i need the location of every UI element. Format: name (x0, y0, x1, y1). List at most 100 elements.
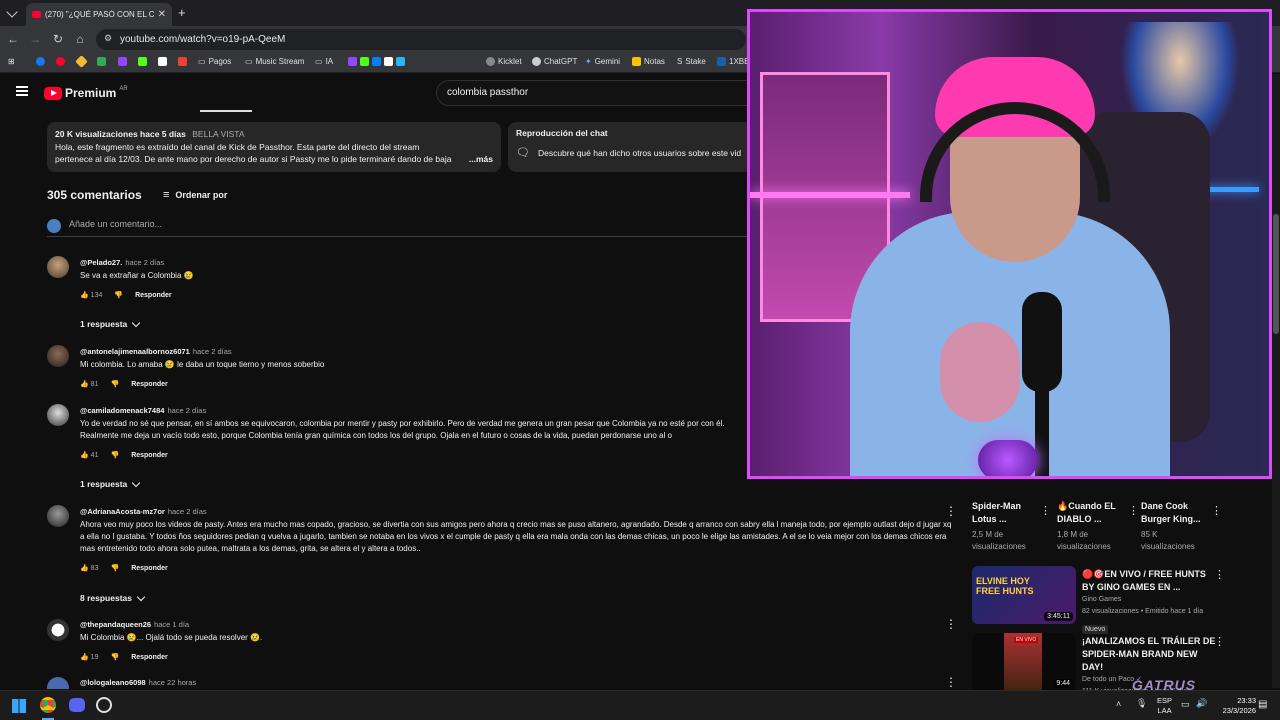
avatar[interactable] (47, 505, 69, 527)
folder-icon: ▭ (198, 57, 206, 66)
comment-author[interactable]: @camiladomenack7484 hace 2 días (80, 406, 206, 415)
bookmark-kick[interactable] (138, 57, 147, 66)
bookmark-kicklet[interactable]: Kicklet (486, 57, 522, 66)
home-icon[interactable]: ⌂ (73, 32, 87, 46)
search-input[interactable]: colombia passthor (436, 80, 756, 106)
bookmark-twitch[interactable] (118, 57, 127, 66)
sort-button[interactable]: ≡ Ordenar por (163, 189, 227, 201)
comment-author[interactable]: @AdrianaAcosta-mz7or hace 2 días (80, 507, 207, 516)
video-description[interactable]: 20 K visualizaciones hace 5 días BELLA V… (47, 122, 501, 172)
reply-button[interactable]: Responder (135, 292, 172, 299)
browser-tab[interactable]: (270) "¿QUÉ PASÓ CON EL COL ✕ (26, 3, 172, 26)
like-button[interactable]: 👍 81 (80, 380, 98, 388)
like-button[interactable]: 👍 19 (80, 653, 98, 661)
bookmark-notas[interactable]: Notas (632, 57, 665, 66)
bookmark-folder-pagos[interactable]: ▭ Pagos (198, 57, 231, 66)
recommended-video[interactable]: ELVINE HOY FREE HUNTS 3:45:11 🔴🎯EN VIVO … (972, 566, 1228, 634)
more-options-icon[interactable]: ⋮ (1214, 636, 1225, 648)
shorts-item[interactable]: Spider-Man Lotus ... 2,5 M de visualizac… (972, 500, 1052, 553)
avatar[interactable] (47, 677, 69, 689)
more-options-icon[interactable]: ⋮ (1211, 505, 1222, 517)
avatar[interactable] (47, 256, 69, 278)
back-icon[interactable]: ← (6, 32, 20, 46)
more-options-icon[interactable]: ⋮ (945, 618, 957, 630)
reply-button[interactable]: Responder (131, 654, 168, 661)
more-options-icon[interactable]: ⋮ (945, 505, 957, 517)
windows-start-icon[interactable] (12, 699, 26, 713)
dislike-icon[interactable]: 👎 (110, 564, 119, 572)
bookmark-gemini[interactable]: ✦ Gemini (585, 57, 620, 66)
avatar[interactable] (47, 619, 69, 641)
dislike-icon[interactable]: 👎 (114, 291, 123, 299)
avatar[interactable] (47, 345, 69, 367)
url-bar[interactable]: ⚙ youtube.com/watch?v=o19-pA-QeeM (96, 29, 746, 50)
notifications-icon[interactable]: ▤ (1258, 699, 1267, 710)
comment-author[interactable]: @Pelado27. hace 2 días (80, 258, 164, 267)
chat-replay-panel[interactable]: Reproducción del chat 🗨 Descubre qué han… (508, 122, 758, 172)
show-more-link[interactable]: ...más (469, 153, 493, 166)
menu-icon[interactable] (16, 86, 28, 96)
bookmark-drive[interactable] (97, 57, 106, 66)
bookmark-folder-music[interactable]: ▭ Music Stream (245, 57, 304, 66)
replies-toggle[interactable]: 8 respuestas (80, 592, 146, 603)
comment-author[interactable]: @thepandaqueen26 hace 1 día (80, 620, 189, 629)
microphone-icon[interactable]: 🎙 (1136, 698, 1147, 709)
shorts-item[interactable]: 🔥Cuando EL DIABLO ... 1,8 M de visualiza… (1057, 500, 1139, 553)
bookmark-chatgpt[interactable]: ChatGPT (532, 57, 577, 66)
dislike-icon[interactable]: 👎 (110, 380, 119, 388)
comment-author[interactable]: @lologaleano6098 hace 22 horas (80, 678, 196, 687)
app-taskbar-icon[interactable] (96, 697, 112, 713)
bookmark-facebook[interactable] (36, 57, 45, 66)
like-button[interactable]: 👍 41 (80, 451, 98, 459)
chrome-taskbar-icon[interactable] (40, 697, 56, 713)
reload-icon[interactable]: ↻ (51, 32, 65, 46)
bookmark-folder-ia[interactable]: ▭ IA (315, 57, 333, 66)
apps-icon[interactable]: ⊞ (8, 57, 15, 66)
language-indicator[interactable]: ESP LAA (1157, 696, 1172, 716)
bookmark-youtube[interactable] (56, 57, 65, 66)
scrollbar[interactable] (1272, 74, 1280, 688)
network-icon[interactable]: ▭ (1181, 699, 1190, 710)
more-options-icon[interactable]: ⋮ (945, 677, 957, 688)
video-thumbnail[interactable]: ELVINE HOY FREE HUNTS 3:45:11 (972, 566, 1076, 624)
like-count: 19 (90, 654, 99, 661)
channel-name[interactable]: Gino Games (1082, 594, 1218, 606)
scrollbar-thumb[interactable] (1273, 214, 1279, 334)
reply-button[interactable]: Responder (131, 565, 168, 572)
bookmark-stake[interactable]: S Stake (677, 57, 706, 66)
comment: @lologaleano6098 hace 22 horas ⋮ (47, 677, 957, 689)
comment-author[interactable]: @antonelajimenaalbornoz6071 hace 2 días (80, 347, 232, 356)
new-tab-button[interactable]: + (178, 5, 186, 20)
dislike-icon[interactable]: 👎 (110, 653, 119, 661)
chevron-down-icon (132, 318, 141, 327)
bookmark-misc[interactable] (158, 57, 167, 66)
twitch-icon (118, 57, 127, 66)
close-tab-icon[interactable]: ✕ (158, 9, 166, 20)
add-comment-field[interactable]: Añade un comentario... (47, 219, 747, 237)
reply-button[interactable]: Responder (131, 381, 168, 388)
reply-button[interactable]: Responder (131, 452, 168, 459)
bookmark-icons-group[interactable] (348, 57, 405, 66)
forward-icon[interactable]: → (28, 32, 42, 46)
tray-chevron-icon[interactable]: ˄ (1116, 699, 1121, 709)
like-button[interactable]: 👍 134 (80, 291, 102, 299)
more-options-icon[interactable]: ⋮ (1040, 505, 1051, 517)
more-options-icon[interactable]: ⋮ (1214, 569, 1225, 581)
shorts-item[interactable]: Dane Cook Burger King... 85 K visualizac… (1141, 500, 1222, 553)
avatar[interactable] (47, 404, 69, 426)
replies-toggle[interactable]: 1 respuesta (80, 478, 141, 489)
site-info-icon[interactable]: ⚙ (104, 33, 112, 44)
volume-icon[interactable]: 🔊 (1196, 698, 1207, 709)
youtube-logo[interactable]: Premium AR (44, 86, 128, 100)
bookmark-1xbet[interactable]: 1XBE (717, 57, 749, 66)
like-button[interactable]: 👍 83 (80, 564, 98, 572)
tab-list-icon[interactable] (6, 6, 18, 18)
bookmark-binance[interactable] (75, 55, 88, 68)
replies-toggle[interactable]: 1 respuesta (80, 318, 141, 329)
dislike-icon[interactable]: 👎 (110, 451, 119, 459)
video-thumbnail[interactable]: EN VIVO 9:44 (972, 633, 1076, 691)
bookmark-gmail[interactable] (178, 57, 187, 66)
discord-taskbar-icon[interactable] (69, 698, 85, 712)
more-options-icon[interactable]: ⋮ (1128, 505, 1139, 517)
clock[interactable]: 23:33 23/3/2026 (1223, 696, 1256, 716)
